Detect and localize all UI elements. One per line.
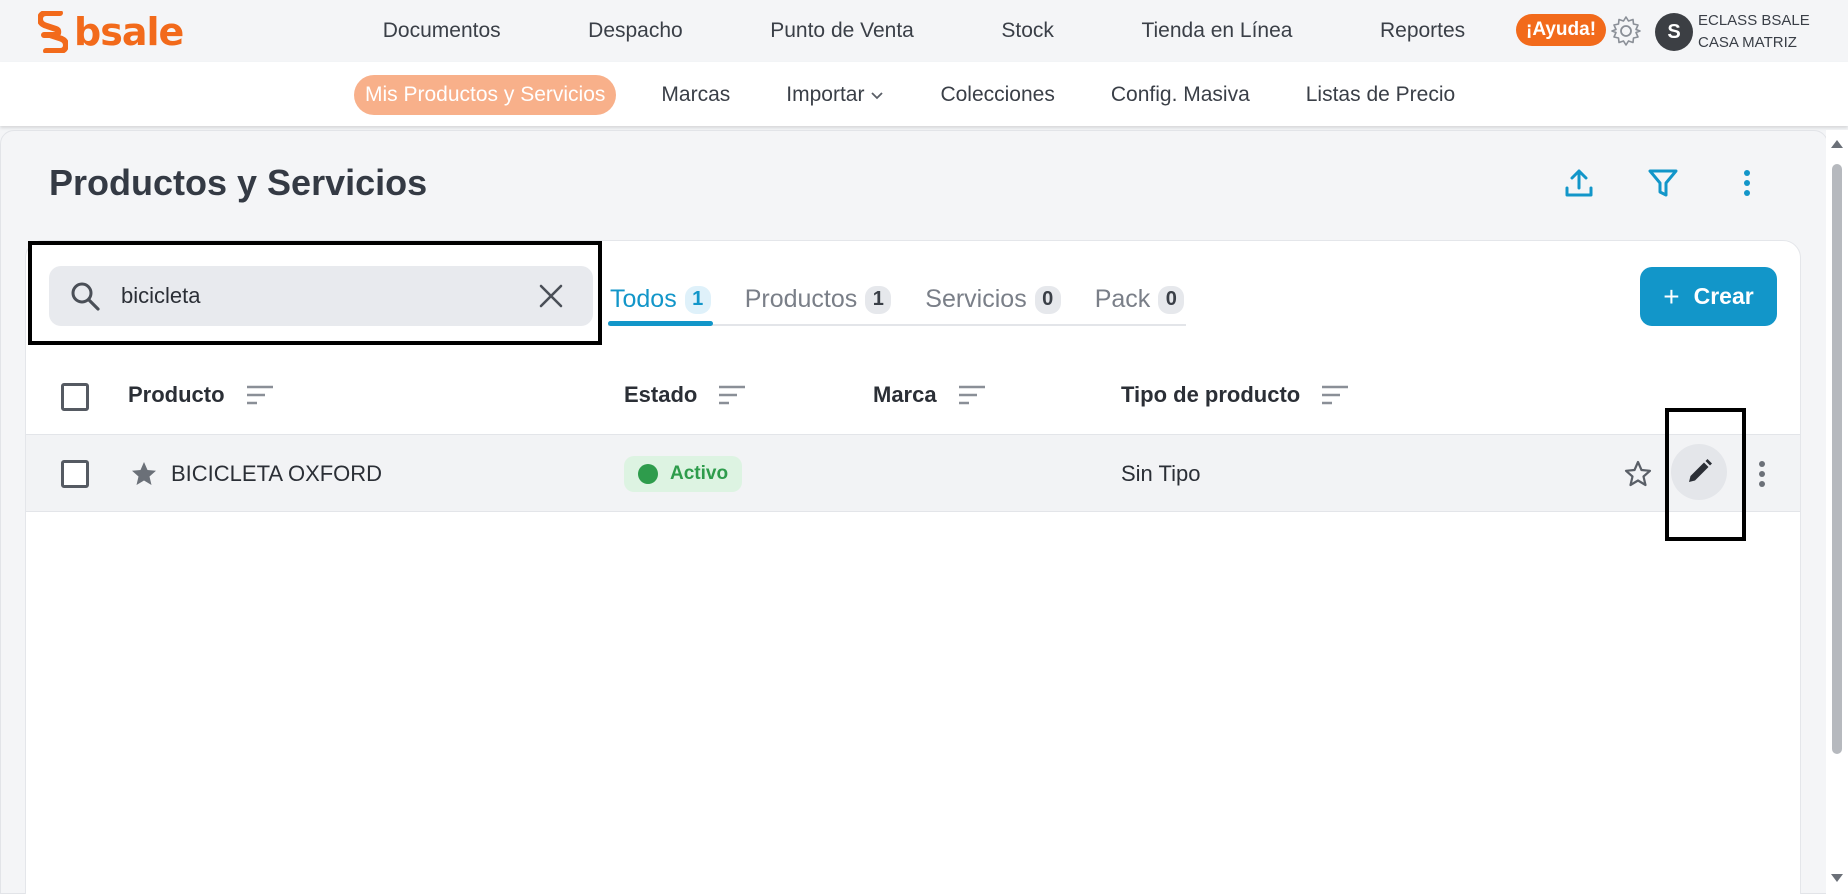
company-selector[interactable]: ECLASS BSALE CASA MATRIZ xyxy=(1698,10,1810,54)
column-producto-label: Producto xyxy=(128,382,225,407)
tab-servicios[interactable]: Servicios 0 xyxy=(923,285,1062,324)
column-marca-label: Marca xyxy=(873,382,937,407)
tab-todos-label: Todos xyxy=(610,285,677,313)
tab-pack[interactable]: Pack 0 xyxy=(1093,285,1187,324)
star-filled-icon xyxy=(132,462,156,485)
tab-todos[interactable]: Todos 1 xyxy=(608,285,713,326)
filter-icon[interactable] xyxy=(1646,166,1680,200)
scroll-up-arrow-icon[interactable] xyxy=(1831,140,1843,148)
select-all-checkbox[interactable] xyxy=(61,383,89,411)
tab-todos-count: 1 xyxy=(684,285,711,314)
sort-icon[interactable] xyxy=(1320,383,1350,407)
upload-icon[interactable] xyxy=(1562,166,1596,200)
search-highlight-frame xyxy=(28,241,602,345)
subnav-config-masiva[interactable]: Config. Masiva xyxy=(1100,75,1261,115)
tab-servicios-count: 0 xyxy=(1034,285,1061,314)
table-header: Producto Estado Marca Tipo de producto xyxy=(26,360,1800,434)
top-bar: bsale Documentos Despacho Punto de Venta… xyxy=(0,0,1848,64)
branch-name: CASA MATRIZ xyxy=(1698,34,1797,51)
table-row[interactable]: BICICLETA OXFORD Activo Sin Tipo xyxy=(26,434,1800,512)
star-outline-icon[interactable] xyxy=(1623,459,1653,489)
nav-reportes[interactable]: Reportes xyxy=(1370,19,1475,43)
subnav-importar[interactable]: Importar xyxy=(775,75,895,115)
subnav-mis-productos[interactable]: Mis Productos y Servicios xyxy=(354,75,617,115)
row-checkbox[interactable] xyxy=(61,460,89,488)
nav-stock[interactable]: Stock xyxy=(991,19,1064,43)
product-name[interactable]: BICICLETA OXFORD xyxy=(171,461,382,487)
nav-documentos[interactable]: Documentos xyxy=(373,19,511,43)
tab-pack-label: Pack xyxy=(1094,285,1151,313)
company-name: ECLASS BSALE xyxy=(1698,12,1810,29)
edit-highlight-frame xyxy=(1665,408,1746,541)
tab-productos-count: 1 xyxy=(865,285,892,314)
create-button-label: Crear xyxy=(1693,283,1754,309)
nav-tienda-en-linea[interactable]: Tienda en Línea xyxy=(1131,19,1302,43)
nav-punto-de-venta[interactable]: Punto de Venta xyxy=(760,19,924,43)
column-marca: Marca xyxy=(873,382,987,408)
plus-icon: + xyxy=(1663,280,1680,312)
status-badge: Activo xyxy=(624,456,743,492)
vertical-scrollbar[interactable] xyxy=(1826,130,1848,894)
nav-despacho[interactable]: Despacho xyxy=(578,19,693,43)
sort-icon[interactable] xyxy=(717,383,747,407)
bsale-logo[interactable]: bsale xyxy=(38,10,184,54)
sort-icon[interactable] xyxy=(957,383,987,407)
tab-servicios-label: Servicios xyxy=(925,285,1027,313)
page-title: Productos y Servicios xyxy=(49,162,428,203)
sort-icon[interactable] xyxy=(245,383,275,407)
chevron-down-icon xyxy=(871,92,884,100)
subnav-listas-de-precio[interactable]: Listas de Precio xyxy=(1295,75,1466,115)
status-dot xyxy=(638,464,658,484)
tab-productos-label: Productos xyxy=(744,285,858,313)
subnav-colecciones[interactable]: Colecciones xyxy=(929,75,1065,115)
column-estado: Estado xyxy=(624,382,747,408)
column-tipo-label: Tipo de producto xyxy=(1121,382,1301,407)
sub-nav: Mis Productos y Servicios Marcas Importa… xyxy=(0,62,1848,126)
bsale-logo-text: bsale xyxy=(74,10,184,54)
main-nav: Documentos Despacho Punto de Venta Stock… xyxy=(339,0,1509,64)
create-button[interactable]: + Crear xyxy=(1640,267,1777,326)
tab-pack-count: 0 xyxy=(1158,285,1185,314)
column-tipo-de-producto: Tipo de producto xyxy=(1121,382,1350,408)
scroll-thumb[interactable] xyxy=(1832,164,1842,754)
subnav-marcas[interactable]: Marcas xyxy=(650,75,741,115)
product-type: Sin Tipo xyxy=(1121,461,1201,486)
more-vertical-icon[interactable] xyxy=(1730,166,1764,200)
avatar[interactable]: S xyxy=(1655,13,1693,51)
column-producto: Producto xyxy=(128,382,275,408)
status-label: Activo xyxy=(670,463,729,484)
product-type-tabs: Todos 1 Productos 1 Servicios 0 Pack 0 xyxy=(608,280,1187,326)
subnav-importar-label: Importar xyxy=(786,83,865,106)
column-estado-label: Estado xyxy=(624,382,698,407)
help-button[interactable]: ¡Ayuda! xyxy=(1516,14,1607,46)
bsale-logo-icon xyxy=(38,11,68,53)
scroll-down-arrow-icon[interactable] xyxy=(1831,874,1843,882)
tab-productos[interactable]: Productos 1 xyxy=(743,285,894,324)
gear-icon[interactable] xyxy=(1609,14,1643,48)
row-more-icon[interactable] xyxy=(1753,457,1771,491)
